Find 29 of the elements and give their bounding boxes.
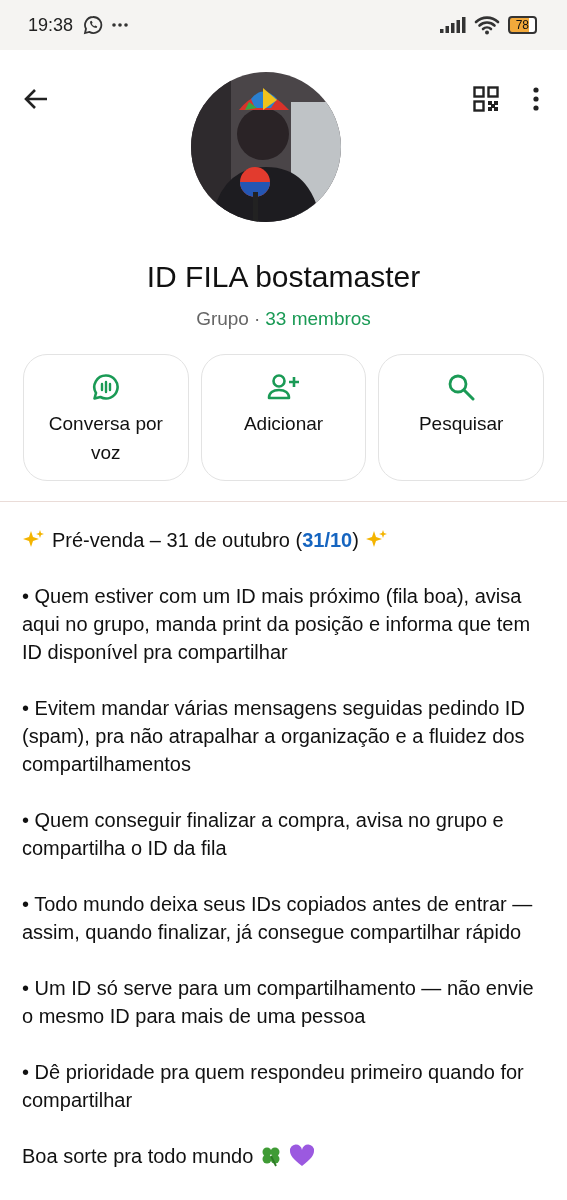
chat-app-icon [83, 15, 104, 35]
menu-icon[interactable] [533, 87, 539, 111]
description-paragraph: • Dê prioridade pra quem respondeu primeiro quando for compartilhar [22, 1060, 525, 1113]
action-button[interactable]: Pesquisar [378, 354, 544, 481]
description-paragraph: • Quem conseguir finalizar a compra, avisa no grupo e compartilha o ID da fila [22, 808, 505, 861]
search-icon [447, 373, 476, 401]
closing-text: Boa sorte pra todo mundo [22, 1144, 254, 1169]
add-person-icon [266, 373, 301, 401]
action-button[interactable]: Conversa por voz [23, 354, 189, 481]
group-type: Grupo [196, 308, 249, 330]
heart-icon [289, 1144, 316, 1168]
description-paragraph: • Evitem mandar várias mensagens seguidas pedindo ID (spam), pra não atrapalhar a organização e a fluidez dos compartilhamentos [22, 696, 526, 777]
status-time: 19:38 [28, 14, 74, 36]
qr-code-icon[interactable] [473, 86, 499, 112]
member-count[interactable]: 33 membros [265, 308, 371, 330]
voice-chat-icon [91, 373, 120, 401]
battery-indicator: 78 [507, 16, 537, 34]
signal-icon [439, 17, 466, 33]
group-name: ID FILA bostamaster [145, 260, 422, 294]
separator-dot: · [253, 308, 261, 330]
back-arrow-icon[interactable] [24, 88, 48, 110]
wifi-icon [473, 15, 500, 35]
more-notifications-icon [111, 22, 130, 28]
description-heading: Pré-venda – 31 de outubro (31/10) [52, 528, 359, 553]
description-paragraph: • Quem estiver com um ID mais próximo (fila boa), avisa aqui no grupo, manda print da posição e informa que tem ID disponível pra compartilhar [22, 584, 532, 665]
description-paragraph: • Um ID só serve para um compartilhamento — não envie o mesmo ID para mais de uma pessoa [22, 976, 535, 1029]
description-paragraph: • Todo mundo deixa seus IDs copiados antes de entrar — assim, quando finalizar, já consegue compartilhar rápido [22, 892, 534, 945]
action-button[interactable]: Adicionar [200, 354, 367, 481]
date-link[interactable]: 31/10 [302, 529, 353, 551]
